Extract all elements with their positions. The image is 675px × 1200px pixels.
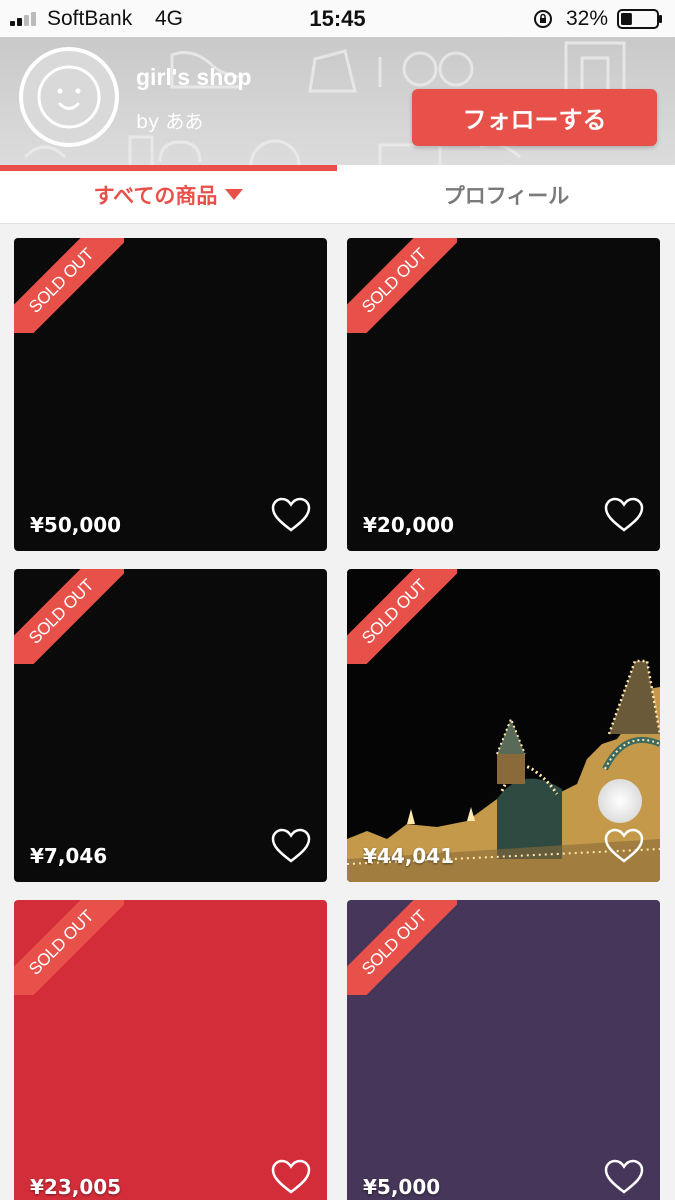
heart-icon[interactable] [604,828,644,864]
heart-icon[interactable] [271,1159,311,1195]
tab-bar: すべての商品 プロフィール [0,165,675,224]
sold-out-ribbon: SOLD OUT [14,900,124,995]
sold-out-label: SOLD OUT [347,569,457,664]
product-card[interactable]: SOLD OUT ¥20,000 [347,238,660,551]
heart-icon[interactable] [271,497,311,533]
product-price: ¥20,000 [363,513,455,537]
heart-icon[interactable] [604,1159,644,1195]
heart-icon[interactable] [271,828,311,864]
product-card[interactable]: SOLD OUT ¥7,046 [14,569,327,882]
tab-all-items-label: すべての商品 [93,184,218,208]
rotation-lock-icon [534,10,552,28]
product-card[interactable]: SOLD OUT ¥44,041 [347,569,660,882]
shop-name: girl's shop [136,64,252,90]
product-price: ¥7,046 [30,844,108,868]
shop-avatar[interactable] [19,47,119,147]
sold-out-label: SOLD OUT [347,900,457,995]
product-price: ¥23,005 [30,1175,122,1199]
product-price: ¥44,041 [363,844,455,868]
heart-icon[interactable] [604,497,644,533]
product-card[interactable]: SOLD OUT ¥23,005 [14,900,327,1200]
battery-icon [617,9,662,29]
smiley-face-icon [37,65,101,129]
shop-header: girl's shop by ああ フォローする [0,37,675,165]
sold-out-ribbon: SOLD OUT [347,569,457,664]
status-bar: SoftBank 4G 15:45 32% [0,0,675,37]
sold-out-ribbon: SOLD OUT [347,900,457,995]
product-grid: SOLD OUT ¥50,000 SOLD OUT ¥20,000 SOLD O… [0,225,675,1200]
sold-out-ribbon: SOLD OUT [14,238,124,333]
product-price: ¥50,000 [30,513,122,537]
follow-button[interactable]: フォローする [412,89,657,146]
product-card[interactable]: SOLD OUT ¥50,000 [14,238,327,551]
sold-out-label: SOLD OUT [14,238,124,333]
sold-out-label: SOLD OUT [14,569,124,664]
sold-out-ribbon: SOLD OUT [347,238,457,333]
product-price: ¥5,000 [363,1175,441,1199]
sold-out-ribbon: SOLD OUT [14,569,124,664]
shop-owner: by ああ [136,111,204,133]
tab-profile-label: プロフィール [443,184,570,208]
dropdown-arrow-icon [225,189,244,200]
battery-percent: 32% [566,7,609,30]
sold-out-label: SOLD OUT [347,238,457,333]
tab-all-items[interactable]: すべての商品 [0,165,337,224]
tab-profile[interactable]: プロフィール [338,165,675,224]
sold-out-label: SOLD OUT [14,900,124,995]
product-card[interactable]: SOLD OUT ¥5,000 [347,900,660,1200]
